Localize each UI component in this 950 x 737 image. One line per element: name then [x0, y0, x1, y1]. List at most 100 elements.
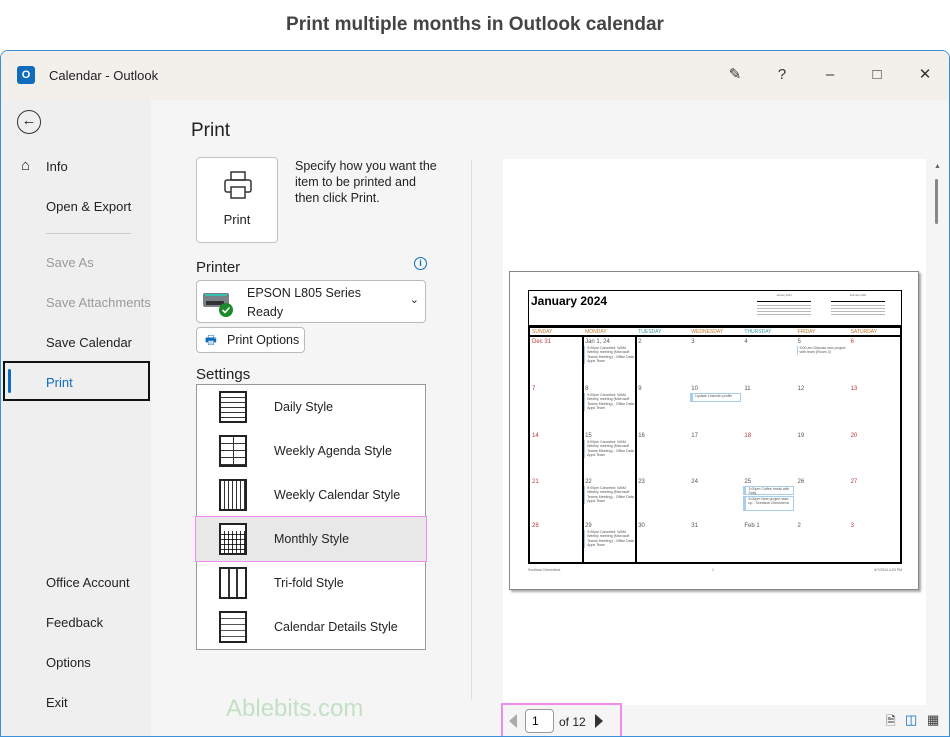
- home-icon: ⌂: [21, 157, 31, 174]
- day-number: 15: [585, 433, 592, 439]
- calendar-day[interactable]: 2: [636, 337, 689, 384]
- page-title: Print: [191, 120, 231, 141]
- title-bar: O Calendar - Outlook ✎ ? – □ ✕: [1, 51, 949, 100]
- printer-select[interactable]: EPSON L805 Series Ready ⌄: [196, 280, 426, 323]
- day-number: 19: [797, 433, 805, 439]
- day-number: 27: [850, 479, 858, 485]
- calendar-event[interactable]: 9:00pm Canceled: WAM Weekly meeting (Mic…: [584, 530, 635, 548]
- style-weekly-calendar[interactable]: Weekly Calendar Style: [197, 473, 425, 517]
- day-number: 28: [532, 523, 539, 529]
- sidebar-item-exit[interactable]: Exit: [46, 695, 68, 710]
- minimize-button[interactable]: –: [818, 63, 842, 87]
- calendar-event[interactable]: 9:00pm Canceled: WAM Weekly meeting (Mic…: [584, 440, 635, 458]
- calendar-day[interactable]: 25 3:00pm Coffee break with Sally 5:00pm N…: [742, 477, 795, 521]
- feedback-icon[interactable]: ✎: [723, 63, 747, 87]
- calendar-day[interactable]: 9: [636, 384, 689, 431]
- sidebar-item-options[interactable]: Options: [46, 655, 91, 670]
- calendar-day[interactable]: 19: [796, 431, 849, 477]
- day-number: 21: [532, 479, 539, 485]
- calendar-day[interactable]: 31: [689, 521, 742, 567]
- multiple-pages-icon[interactable]: ▦: [927, 712, 939, 728]
- calendar-day[interactable]: 28: [530, 521, 583, 567]
- calendar-day[interactable]: 6: [849, 337, 902, 384]
- day-number: 24: [691, 479, 698, 485]
- style-trifold[interactable]: Tri-fold Style: [197, 561, 425, 605]
- calendar-day[interactable]: 14: [530, 431, 583, 477]
- style-label: Weekly Calendar Style: [274, 488, 401, 502]
- calendar-day[interactable]: Jan 1, 24 9:00pm Canceled: WAM Weekly mee…: [583, 337, 636, 384]
- sidebar-item-print[interactable]: [3, 361, 150, 401]
- info-icon[interactable]: i: [414, 257, 427, 270]
- previous-page-button[interactable]: [509, 714, 517, 728]
- print-button[interactable]: Print: [196, 157, 278, 243]
- divider: [471, 160, 472, 700]
- calendar-event[interactable]: 9:00pm Canceled: WAM Weekly meeting (Mic…: [584, 393, 635, 411]
- next-page-button[interactable]: [595, 714, 603, 728]
- calendar-grid: SUNDAY MONDAY TUESDAY WEDNESDAY THURSDAY FRID…: [528, 326, 902, 564]
- calendar-event[interactable]: Update LinkedIn profile: [690, 393, 742, 402]
- calendar-day[interactable]: 21: [530, 477, 583, 521]
- calendar-day[interactable]: Dec 31: [530, 337, 583, 384]
- printer-name: EPSON L805 Series: [247, 286, 361, 300]
- day-number: 25: [744, 479, 752, 485]
- calendar-day[interactable]: 30: [636, 521, 689, 567]
- calendar-day[interactable]: 15 9:00pm Canceled: WAM Weekly meeting (M…: [583, 431, 636, 477]
- calendar-event[interactable]: 9:00 am Discuss new project with team (R…: [796, 346, 848, 355]
- calendar-event[interactable]: 5:00pm New project start-up - Svetlana C…: [743, 496, 795, 511]
- style-weekly-agenda[interactable]: Weekly Agenda Style: [197, 429, 425, 473]
- calendar-day[interactable]: 2: [796, 521, 849, 567]
- calendar-day[interactable]: 7: [530, 384, 583, 431]
- calendar-day[interactable]: 4: [742, 337, 795, 384]
- sidebar-item-open-export[interactable]: Open & Export: [46, 199, 131, 214]
- sidebar-item-info[interactable]: Info: [46, 159, 68, 174]
- calendar-day[interactable]: 8 9:00pm Canceled: WAM Weekly meeting (Mi…: [583, 384, 636, 431]
- day-number: 31: [691, 523, 698, 529]
- day-number: 14: [532, 433, 539, 439]
- calendar-day[interactable]: Feb 1: [742, 521, 795, 567]
- footer-author: Svetlana Cheusheva: [528, 568, 561, 572]
- calendar-day[interactable]: 20: [849, 431, 902, 477]
- print-options-label: Print Options: [227, 333, 300, 347]
- day-number: Jan 1, 24: [585, 339, 610, 345]
- sidebar-item-feedback[interactable]: Feedback: [46, 615, 103, 630]
- close-button[interactable]: ✕: [913, 63, 937, 87]
- style-monthly[interactable]: Monthly Style: [195, 516, 427, 562]
- calendar-day[interactable]: 3: [849, 521, 902, 567]
- calendar-day[interactable]: 5 9:00 am Discuss new project with team (…: [796, 337, 849, 384]
- help-icon[interactable]: ?: [770, 63, 794, 87]
- calendar-event[interactable]: 9:00pm Canceled: WAM Weekly meeting (Mic…: [584, 346, 635, 364]
- back-arrow-icon[interactable]: ←: [17, 110, 41, 134]
- calendar-day[interactable]: 27: [849, 477, 902, 521]
- style-calendar-details[interactable]: Calendar Details Style: [197, 605, 425, 649]
- print-options-button[interactable]: 🖶 Print Options: [196, 327, 305, 353]
- calendar-day[interactable]: 12: [796, 384, 849, 431]
- fit-page-icon[interactable]: ◫: [905, 712, 917, 728]
- calendar-day[interactable]: 16: [636, 431, 689, 477]
- calendar-day[interactable]: 17: [689, 431, 742, 477]
- calendar-day[interactable]: 18: [742, 431, 795, 477]
- sidebar-item-print-label[interactable]: Print: [46, 375, 73, 390]
- calendar-event[interactable]: 3:00pm Coffee break with Sally: [743, 486, 795, 495]
- calendar-day[interactable]: 13: [849, 384, 902, 431]
- weekly-agenda-icon: [219, 435, 247, 467]
- style-daily[interactable]: Daily Style: [197, 385, 425, 429]
- calendar-day[interactable]: 22 9:00pm Canceled: WAM Weekly meeting (M…: [583, 477, 636, 521]
- sidebar-item-office-account[interactable]: Office Account: [46, 575, 130, 590]
- calendar-day[interactable]: 24: [689, 477, 742, 521]
- style-label: Tri-fold Style: [274, 576, 344, 590]
- calendar-day[interactable]: 11: [742, 384, 795, 431]
- preview-scrollbar[interactable]: ▲: [931, 159, 945, 705]
- sidebar-item-save-calendar[interactable]: Save Calendar: [46, 335, 132, 350]
- calendar-day[interactable]: 3: [689, 337, 742, 384]
- mini-calendar-title: January 2024: [776, 294, 792, 297]
- page-number-input[interactable]: [525, 709, 554, 733]
- calendar-event[interactable]: 9:00pm Canceled: WAM Weekly meeting (Mic…: [584, 486, 635, 504]
- maximize-button[interactable]: □: [865, 63, 889, 87]
- day-number: 12: [797, 386, 805, 392]
- actual-size-icon[interactable]: 🗎: [886, 712, 896, 733]
- calendar-day[interactable]: 26: [796, 477, 849, 521]
- footer-page-number: 1: [712, 568, 714, 572]
- calendar-day[interactable]: 10 Update LinkedIn profile: [689, 384, 742, 431]
- calendar-day[interactable]: 23: [636, 477, 689, 521]
- calendar-day[interactable]: 29 9:00pm Canceled: WAM Weekly meeting (M…: [583, 521, 636, 567]
